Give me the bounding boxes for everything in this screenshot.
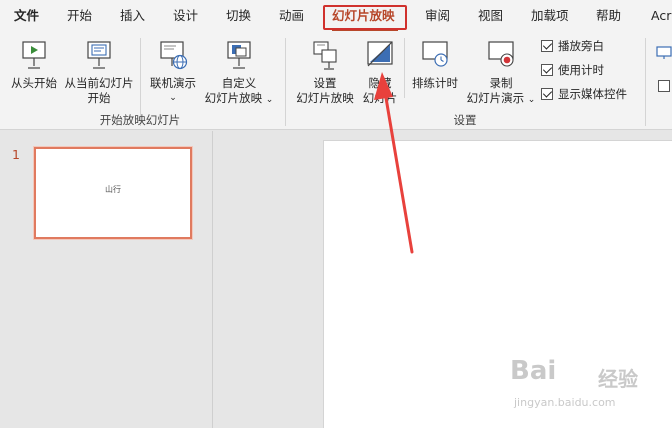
presenter-view-checkbox[interactable]	[658, 80, 670, 92]
tab-design[interactable]: 设计	[173, 0, 198, 32]
hide-slide-label-2: 幻灯片	[362, 91, 398, 105]
present-online-label: 联机演示	[150, 76, 196, 90]
rehearse-timings-label: 排练计时	[412, 76, 458, 90]
ribbon-tab-bar: 文件 开始 插入 设计 切换 动画 幻灯片放映 审阅 视图 加载项 帮助 Acr	[0, 0, 672, 32]
use-timings-checkbox[interactable]: 使用计时	[541, 61, 604, 79]
group-label-setup: 设置	[453, 113, 477, 127]
tab-review[interactable]: 审阅	[425, 0, 450, 32]
play-from-start-icon	[22, 41, 46, 69]
show-media-controls-label: 显示媒体控件	[558, 87, 627, 101]
chevron-down-icon: ⌄	[169, 93, 177, 103]
from-current-slide-button[interactable]: 从当前幻灯片 开始	[62, 40, 136, 106]
ribbon-separator	[285, 38, 286, 126]
record-label-2-text: 幻灯片演示	[466, 91, 525, 105]
chevron-down-icon: ⌄	[527, 95, 536, 105]
watermark-logo: Bai	[510, 356, 557, 386]
record-icon	[488, 41, 514, 67]
from-beginning-label: 从头开始	[11, 76, 57, 90]
setup-show-label-2: 幻灯片放映	[296, 91, 354, 105]
present-online-icon	[160, 41, 188, 70]
play-narrations-label: 播放旁白	[558, 39, 604, 53]
use-timings-label: 使用计时	[558, 63, 604, 77]
tab-file[interactable]: 文件	[14, 0, 39, 32]
tab-animations[interactable]: 动画	[279, 0, 304, 32]
record-label-1: 录制	[489, 76, 513, 90]
setup-slide-show-button[interactable]: 设置 幻灯片放映	[294, 40, 356, 106]
tab-add-ins[interactable]: 加载项	[531, 0, 569, 32]
tab-insert[interactable]: 插入	[120, 0, 145, 32]
from-current-label-2: 开始	[87, 91, 111, 105]
hide-slide-button[interactable]: 隐藏 幻灯片	[358, 40, 402, 106]
play-from-current-icon	[87, 41, 111, 69]
slide-number: 1	[12, 147, 20, 162]
checkbox-checked-icon	[541, 64, 553, 76]
custom-show-label-2-text: 幻灯片放映	[204, 91, 263, 105]
hide-slide-icon	[367, 41, 393, 67]
present-online-button[interactable]: 联机演示 ⌄	[145, 40, 201, 106]
setup-show-label-1: 设置	[313, 76, 337, 90]
setup-slide-show-icon	[313, 41, 337, 70]
checkbox-checked-icon	[541, 40, 553, 52]
play-narrations-checkbox[interactable]: 播放旁白	[541, 37, 604, 55]
slide-thumbnail[interactable]: 山行	[34, 147, 192, 239]
chevron-down-icon: ⌄	[265, 95, 274, 105]
ribbon-separator	[404, 38, 405, 98]
custom-show-label-2: 幻灯片放映 ⌄	[203, 91, 275, 108]
ribbon: 从头开始 从当前幻灯片 开始 联机演示 ⌄ 自定义 幻灯片放映 ⌄ 开始放映幻灯…	[0, 32, 672, 130]
custom-slide-show-button[interactable]: 自定义 幻灯片放映 ⌄	[203, 40, 275, 108]
tab-view[interactable]: 视图	[478, 0, 503, 32]
hide-slide-label-1: 隐藏	[368, 76, 392, 90]
monitor-icon[interactable]	[656, 46, 672, 60]
tab-acrobat[interactable]: Acr	[651, 0, 671, 32]
rehearse-timings-button[interactable]: 排练计时	[406, 40, 464, 91]
group-label-start-slide-show: 开始放映幻灯片	[99, 113, 181, 127]
custom-show-icon	[227, 41, 251, 69]
checkbox-checked-icon	[541, 88, 553, 100]
ribbon-separator	[645, 38, 646, 126]
rehearse-timings-icon	[422, 41, 448, 67]
custom-show-label-1: 自定义	[221, 76, 257, 90]
tab-home[interactable]: 开始	[67, 0, 92, 32]
annotation-highlight-box	[323, 5, 407, 30]
record-slide-show-button[interactable]: 录制 幻灯片演示 ⌄	[463, 40, 539, 108]
tab-transitions[interactable]: 切换	[226, 0, 251, 32]
from-beginning-button[interactable]: 从头开始	[8, 40, 60, 91]
show-media-controls-checkbox[interactable]: 显示媒体控件	[541, 85, 627, 103]
record-label-2: 幻灯片演示 ⌄	[463, 91, 539, 108]
tab-help[interactable]: 帮助	[596, 0, 621, 32]
slide-thumbnail-title: 山行	[105, 185, 121, 194]
baidu-watermark: Bai 经验 jingyan.baidu.com	[510, 356, 670, 426]
from-current-label-1: 从当前幻灯片	[64, 76, 134, 90]
watermark-suffix: 经验	[598, 367, 638, 391]
watermark-url: jingyan.baidu.com	[514, 396, 616, 409]
